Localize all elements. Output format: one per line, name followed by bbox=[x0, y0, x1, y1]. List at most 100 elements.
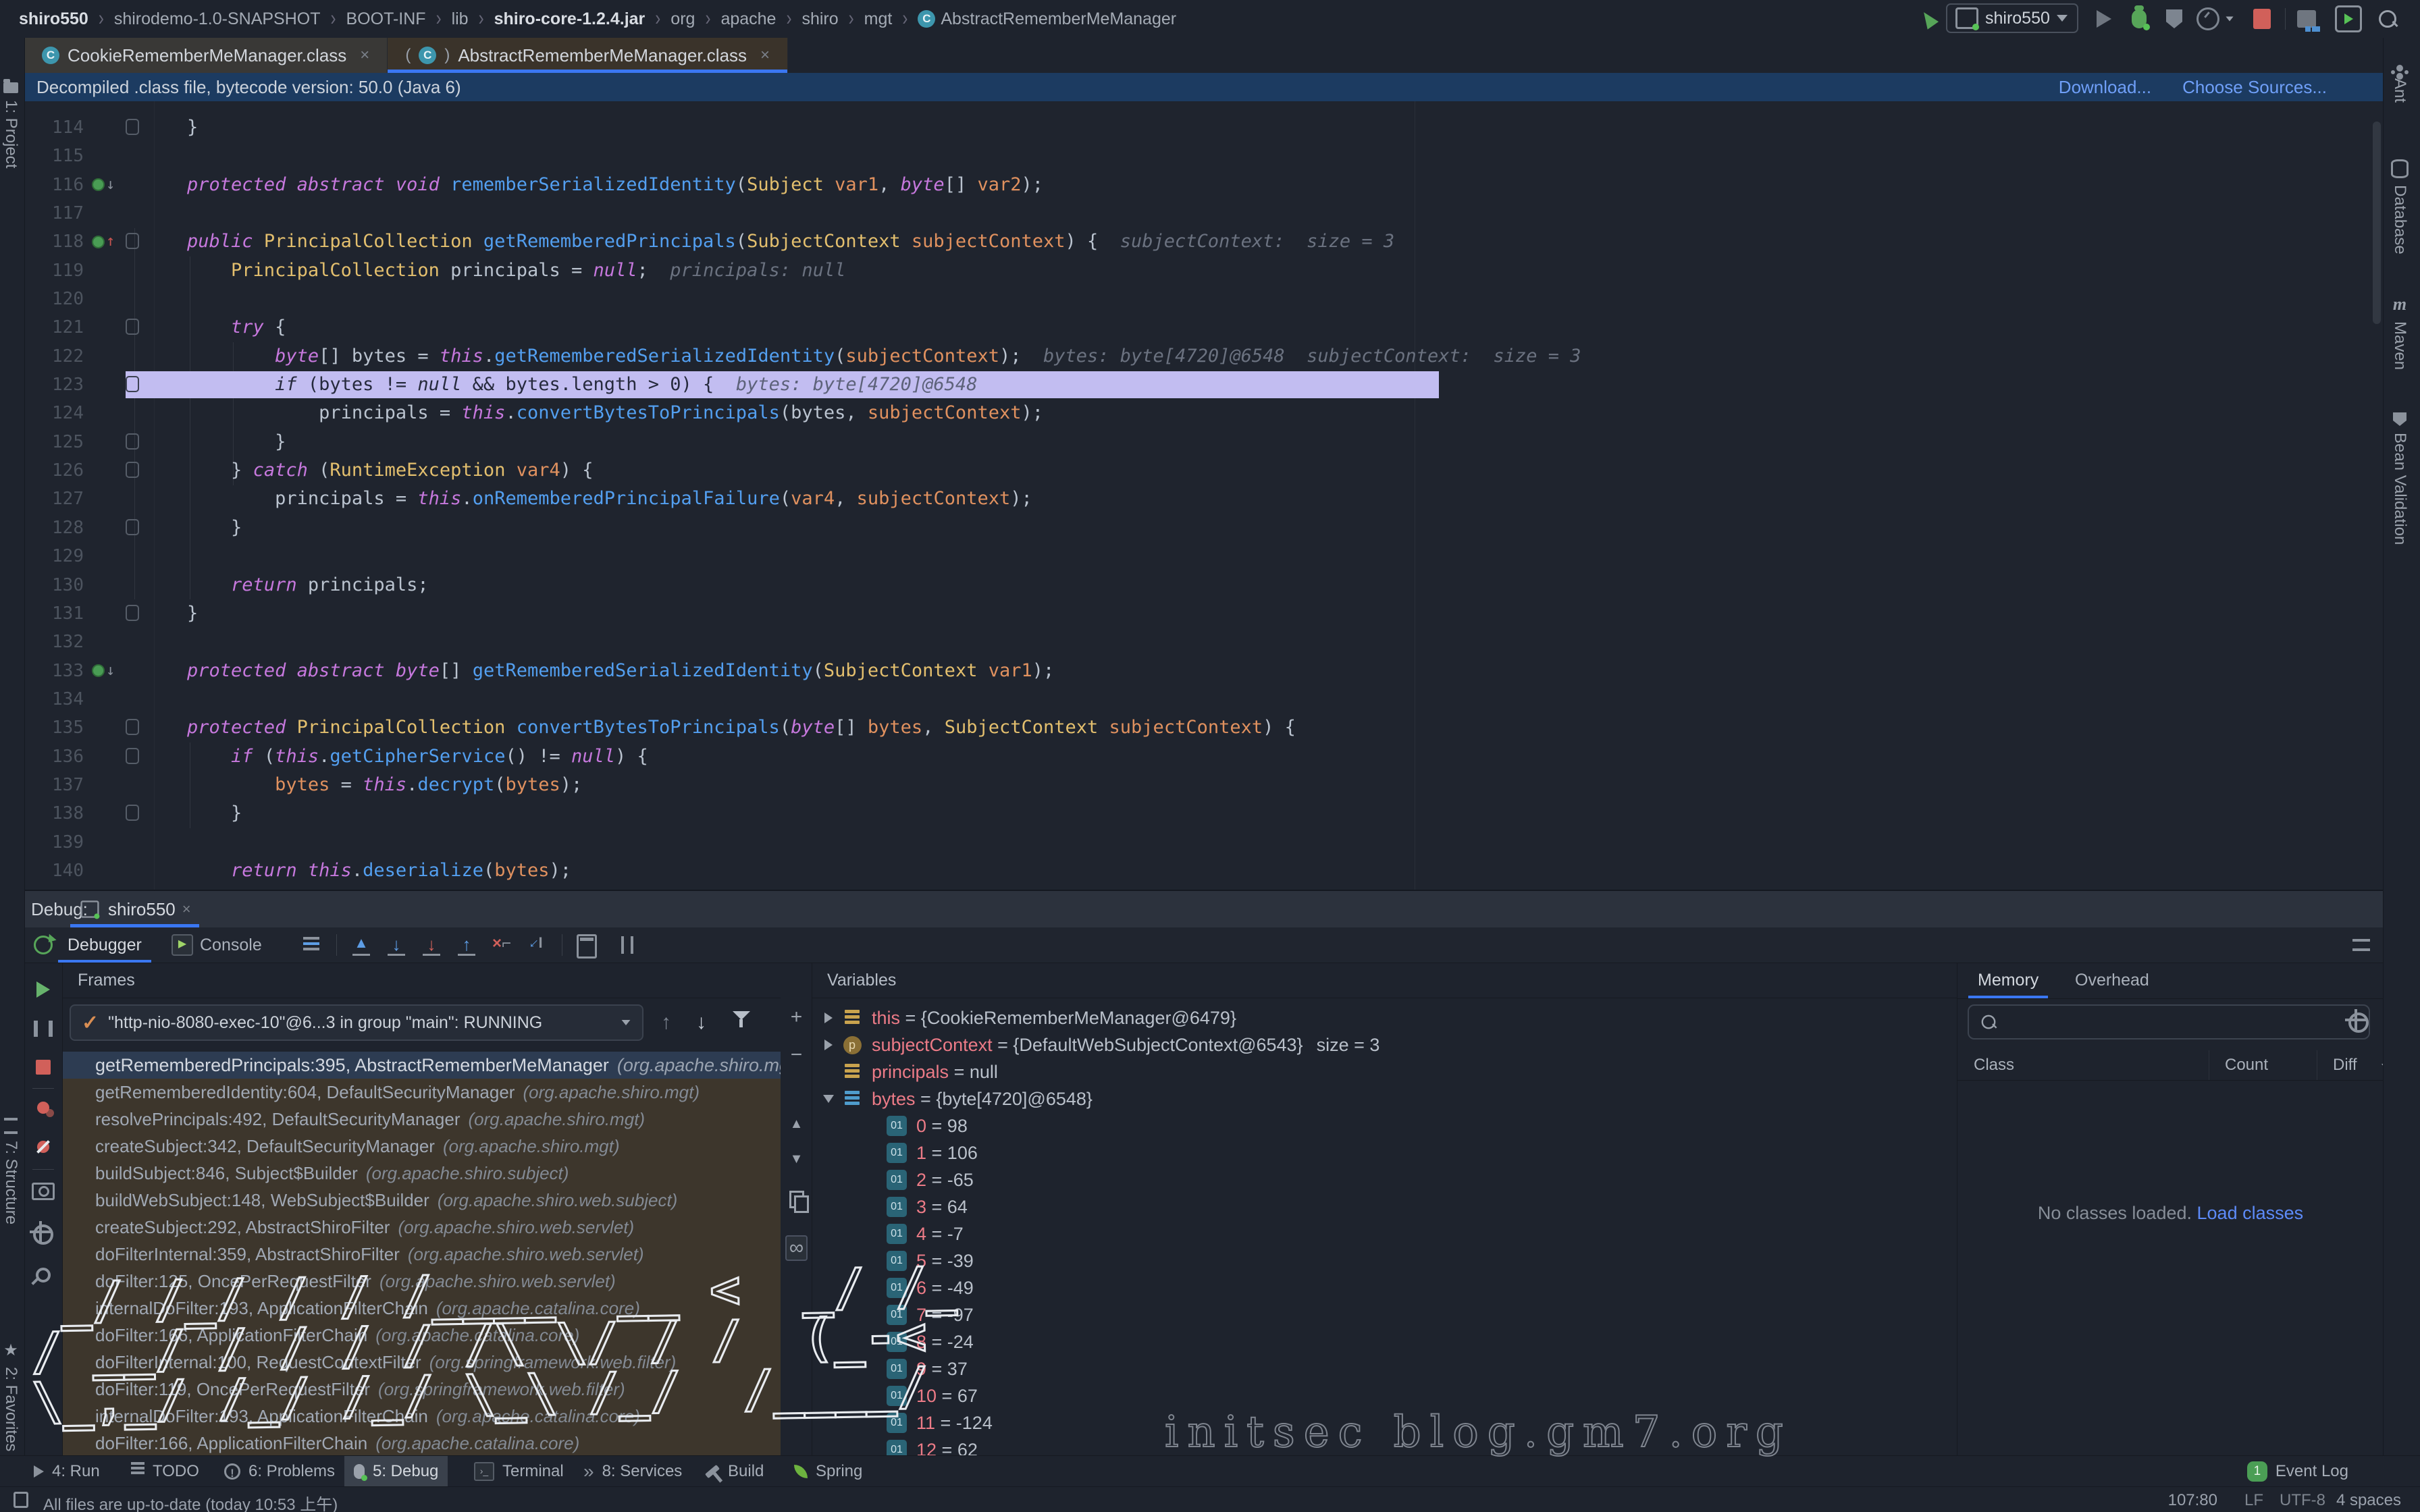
variable-row[interactable]: 014 = -7 bbox=[812, 1220, 1957, 1247]
resume-button[interactable] bbox=[24, 981, 62, 998]
code-line[interactable]: 120 bbox=[24, 285, 2384, 313]
fold-marker-icon[interactable] bbox=[126, 805, 139, 821]
run-to-cursor-icon[interactable]: ↓I bbox=[525, 934, 548, 956]
sidebar-item-database[interactable]: Database bbox=[2390, 159, 2409, 254]
stop-button[interactable] bbox=[2248, 5, 2276, 32]
breadcrumb-item[interactable]: mgt bbox=[864, 9, 893, 29]
code-line[interactable]: 133↓ protected abstract byte[] getRememb… bbox=[24, 657, 2384, 685]
variable-row[interactable]: 018 = -24 bbox=[812, 1328, 1957, 1355]
variable-row[interactable]: 012 = -65 bbox=[812, 1166, 1957, 1193]
line-number[interactable]: 132 bbox=[24, 628, 84, 656]
code-line[interactable]: 128 } bbox=[24, 514, 2384, 542]
layout-settings-icon[interactable] bbox=[616, 934, 639, 956]
fold-marker-icon[interactable] bbox=[126, 319, 139, 335]
code-line[interactable]: 127 principals = this.onRememberedPrinci… bbox=[24, 485, 2384, 513]
line-number[interactable]: 125 bbox=[24, 428, 84, 456]
code-line[interactable]: 121 try { bbox=[24, 313, 2384, 342]
stack-frame-row[interactable]: resolvePrincipals:492, DefaultSecurityMa… bbox=[63, 1106, 781, 1133]
download-link[interactable]: Download... bbox=[2059, 77, 2151, 98]
line-number[interactable]: 138 bbox=[24, 799, 84, 828]
toolwindow-button-8-services[interactable]: »8: Services bbox=[574, 1456, 691, 1487]
line-number[interactable]: 140 bbox=[24, 857, 84, 885]
fold-marker-icon[interactable] bbox=[126, 462, 139, 478]
breadcrumb-item[interactable]: BOOT-INF bbox=[346, 9, 426, 29]
line-number[interactable]: 126 bbox=[24, 456, 84, 485]
stack-frame-row[interactable]: getRememberedIdentity:604, DefaultSecuri… bbox=[63, 1079, 781, 1106]
fold-marker-icon[interactable] bbox=[126, 433, 139, 450]
view-breakpoints-icon[interactable] bbox=[24, 1102, 62, 1114]
chevron-right-icon[interactable] bbox=[824, 1040, 833, 1050]
run-config-select[interactable]: shiro550 bbox=[1946, 3, 2078, 33]
toolwindow-button-4-run[interactable]: 4: Run bbox=[24, 1456, 109, 1487]
close-icon[interactable]: × bbox=[182, 900, 191, 918]
event-log-button[interactable]: 1 Event Log bbox=[2247, 1456, 2348, 1487]
line-number[interactable]: 123 bbox=[24, 371, 84, 399]
tab-memory[interactable]: Memory bbox=[1968, 963, 2048, 998]
line-number[interactable]: 122 bbox=[24, 342, 84, 371]
column-diff[interactable]: Diff bbox=[2333, 1056, 2357, 1075]
toolwindow-button-6-problems[interactable]: !6: Problems bbox=[215, 1456, 344, 1487]
load-classes-link[interactable]: Load classes bbox=[2197, 1203, 2304, 1223]
debug-button[interactable] bbox=[2126, 5, 2153, 32]
profiler-chevron-icon[interactable] bbox=[2223, 5, 2236, 32]
fold-marker-icon[interactable] bbox=[126, 719, 139, 735]
line-number[interactable]: 119 bbox=[24, 256, 84, 285]
fold-marker-icon[interactable] bbox=[126, 519, 139, 535]
code-line[interactable]: 138 } bbox=[24, 799, 2384, 828]
variable-row[interactable]: 017 = -97 bbox=[812, 1301, 1957, 1328]
breadcrumb-item[interactable]: CAbstractRememberMeManager bbox=[918, 9, 1176, 29]
line-number[interactable]: 115 bbox=[24, 142, 84, 170]
variable-row[interactable]: this = {CookieRememberMeManager@6479} bbox=[812, 1004, 1957, 1031]
show-watches-toggle[interactable]: ∞ bbox=[781, 1235, 812, 1261]
breadcrumb-item[interactable]: lib bbox=[452, 9, 469, 29]
line-number[interactable]: 135 bbox=[24, 713, 84, 742]
close-icon[interactable]: × bbox=[760, 46, 770, 65]
line-number[interactable]: 133 bbox=[24, 657, 84, 685]
toolwindow-button-spring[interactable]: Spring bbox=[785, 1456, 872, 1487]
run-button[interactable] bbox=[2090, 5, 2118, 32]
code-editor[interactable]: 114 }115116↓ protected abstract void rem… bbox=[24, 101, 2384, 890]
filter-frames-icon[interactable] bbox=[733, 1011, 750, 1020]
fold-marker-icon[interactable] bbox=[126, 119, 139, 135]
current-debug-line[interactable]: 123 if (bytes != null && bytes.length > … bbox=[24, 371, 2384, 399]
code-line[interactable]: 118↑ public PrincipalCollection getRemem… bbox=[24, 227, 2384, 256]
chevron-down-icon[interactable] bbox=[823, 1095, 834, 1103]
code-line[interactable]: 134 bbox=[24, 685, 2384, 713]
line-number[interactable]: 117 bbox=[24, 199, 84, 227]
sidebar-item-project[interactable]: 1: Project bbox=[1, 82, 20, 168]
profiler-button[interactable] bbox=[2194, 5, 2221, 32]
column-class[interactable]: Class bbox=[1974, 1056, 2014, 1075]
column-count[interactable]: Count bbox=[2225, 1056, 2268, 1075]
fold-marker-icon[interactable] bbox=[126, 748, 139, 764]
prev-frame-icon[interactable]: ↑ bbox=[661, 1011, 671, 1034]
variable-row[interactable]: 015 = -39 bbox=[812, 1247, 1957, 1274]
debug-session-tab[interactable]: shiro550 × bbox=[66, 891, 203, 927]
toolwindow-button-5-debug[interactable]: 5: Debug bbox=[344, 1456, 448, 1487]
line-number[interactable]: 137 bbox=[24, 771, 84, 799]
line-number[interactable]: 129 bbox=[24, 542, 84, 570]
stack-frame-row[interactable]: buildWebSubject:148, WebSubject$Builder(… bbox=[63, 1187, 781, 1214]
stop-button[interactable] bbox=[24, 1060, 62, 1075]
variable-row[interactable]: bytes = {byte[4720]@6548} bbox=[812, 1085, 1957, 1112]
breadcrumb-item[interactable]: shiro bbox=[801, 9, 838, 29]
code-line[interactable]: 130 return principals; bbox=[24, 571, 2384, 599]
duplicate-watch-icon[interactable] bbox=[781, 1191, 812, 1208]
next-frame-icon[interactable]: ↓ bbox=[696, 1011, 706, 1034]
code-line[interactable]: 115 bbox=[24, 142, 2384, 170]
line-number[interactable]: 120 bbox=[24, 285, 84, 313]
line-ending[interactable]: LF bbox=[2244, 1491, 2263, 1510]
coverage-button[interactable] bbox=[2161, 5, 2188, 32]
code-line[interactable]: 135 protected PrincipalCollection conver… bbox=[24, 713, 2384, 742]
line-number[interactable]: 121 bbox=[24, 313, 84, 342]
breadcrumb-item[interactable]: org bbox=[670, 9, 695, 29]
line-number[interactable]: 118 bbox=[24, 227, 84, 256]
fold-marker-icon[interactable] bbox=[126, 605, 139, 621]
code-line[interactable]: 114 } bbox=[24, 113, 2384, 142]
overrides-icon[interactable]: ↑ bbox=[92, 234, 115, 249]
move-up-icon[interactable]: ▲ bbox=[781, 1116, 812, 1132]
variable-row[interactable]: 019 = 37 bbox=[812, 1355, 1957, 1382]
breadcrumb-item[interactable]: shiro-core-1.2.4.jar bbox=[494, 9, 646, 29]
tool-windows-icon[interactable] bbox=[2293, 5, 2320, 32]
tab-console[interactable]: ▶Console bbox=[165, 927, 269, 963]
choose-sources-link[interactable]: Choose Sources... bbox=[2182, 77, 2327, 98]
